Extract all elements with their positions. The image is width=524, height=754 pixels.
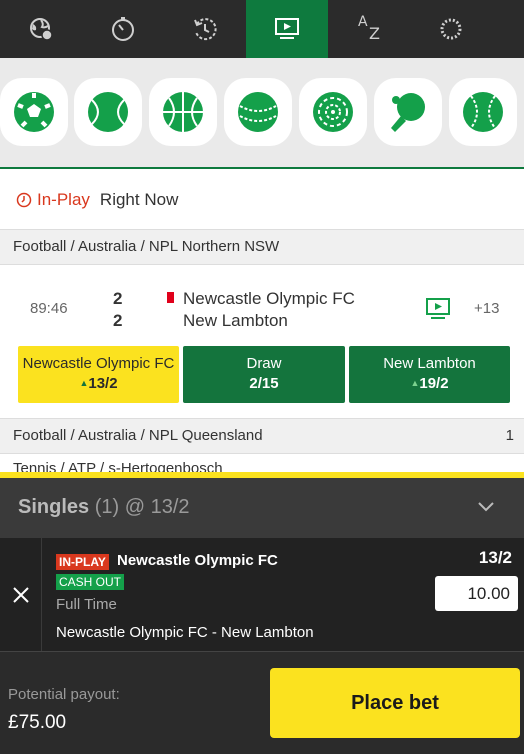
odds-away-price: 19/2 [419, 375, 449, 392]
a-z-icon: A Z [358, 14, 380, 43]
betslip-header[interactable]: Singles (1) @ 13/2 [0, 478, 524, 538]
clock-icon [16, 192, 32, 208]
cashout-badge: CASH OUT [56, 574, 125, 590]
betslip-selection: IN-PLAY Newcastle Olympic FC CASH OUT 13… [0, 538, 524, 651]
competition-title: Football / Australia / NPL Queensland [13, 427, 263, 444]
sport-tile-tennis-ball[interactable] [449, 78, 517, 146]
selection-market: Full Time [56, 596, 117, 613]
red-card-icon [167, 292, 174, 303]
live-stream-icon[interactable] [426, 298, 450, 320]
odds-draw-name: Draw [246, 355, 282, 372]
stopwatch-icon [112, 17, 134, 41]
inplay-label[interactable]: In-Play [37, 190, 90, 210]
event-row: 89:46 2 2 Newcastle Olympic FC New Lambt… [0, 266, 524, 418]
match-clock: 89:46 [30, 300, 68, 317]
inplay-header: In-Play Right Now [0, 171, 524, 229]
payout-label: Potential payout: [8, 686, 120, 703]
tv-icon [275, 18, 299, 39]
selection-price: 13/2 [478, 548, 512, 567]
darts-icon [313, 92, 353, 132]
nav-sports-globe[interactable] [0, 0, 82, 58]
loading-spinner-icon [440, 18, 462, 40]
top-nav: A Z [0, 0, 524, 58]
chevron-down-icon[interactable] [476, 497, 496, 517]
football-icon [14, 92, 54, 132]
sport-tile-darts[interactable] [299, 78, 367, 146]
selection-event: Newcastle Olympic FC - New Lambton [56, 624, 314, 641]
table-tennis-icon [391, 93, 425, 132]
competition-header[interactable]: Football / Australia / NPL Northern NSW [0, 229, 524, 265]
away-team-name[interactable]: New Lambton [183, 311, 288, 331]
cricket-icon [238, 92, 278, 132]
tennis-icon [88, 92, 128, 132]
nav-stopwatch[interactable] [82, 0, 164, 58]
competition-header[interactable]: Football / Australia / NPL Queensland 1 [0, 418, 524, 454]
odds-draw-price: 2/15 [249, 375, 279, 392]
more-markets-link[interactable]: +13 [474, 300, 499, 317]
betslip-footer: Potential payout: £75.00 Place bet [0, 651, 524, 754]
nav-a-z[interactable]: A Z [328, 0, 410, 58]
odds-home-name: Newcastle Olympic FC [22, 355, 175, 372]
odds-button-draw[interactable]: Draw 2/15 [183, 346, 345, 403]
payout-value: £75.00 [8, 712, 67, 733]
sport-tile-cricket[interactable] [224, 78, 292, 146]
sport-tile-basketball[interactable] [149, 78, 217, 146]
selection-name: Newcastle Olympic FC [117, 552, 278, 569]
nav-loading[interactable] [410, 0, 492, 58]
home-score: 2 [113, 289, 123, 308]
right-now-label: Right Now [99, 190, 179, 209]
odds-button-away[interactable]: New Lambton ▲19/2 [349, 346, 510, 403]
odds-home-price: 13/2 [88, 375, 118, 392]
sport-tile-football[interactable] [0, 78, 68, 146]
odds-away-name: New Lambton [383, 355, 476, 372]
tennis-ball-icon [463, 92, 503, 132]
betslip-title: Singles (1) @ 13/2 [18, 496, 190, 518]
sport-tile-tennis[interactable] [74, 78, 142, 146]
nav-recent[interactable] [164, 0, 246, 58]
place-bet-button[interactable]: Place bet [270, 668, 520, 738]
away-score: 2 [113, 311, 123, 330]
home-team-name[interactable]: Newcastle Olympic FC [183, 289, 355, 309]
inplay-badge: IN-PLAY [56, 554, 109, 570]
close-icon [12, 586, 29, 603]
competition-title: Football / Australia / NPL Northern NSW [13, 238, 280, 255]
odds-button-home[interactable]: Newcastle Olympic FC ▲13/2 [18, 346, 179, 403]
stake-input[interactable]: 10.00 [435, 576, 518, 611]
sport-carousel [0, 58, 524, 169]
sport-tile-table-tennis[interactable] [374, 78, 442, 146]
refresh-clock-icon [194, 18, 217, 41]
basketball-icon [163, 92, 203, 132]
nav-live-tv[interactable] [246, 0, 328, 58]
event-count: 1 [505, 427, 514, 444]
remove-selection-button[interactable] [0, 538, 42, 651]
globe-football-icon [30, 18, 53, 41]
